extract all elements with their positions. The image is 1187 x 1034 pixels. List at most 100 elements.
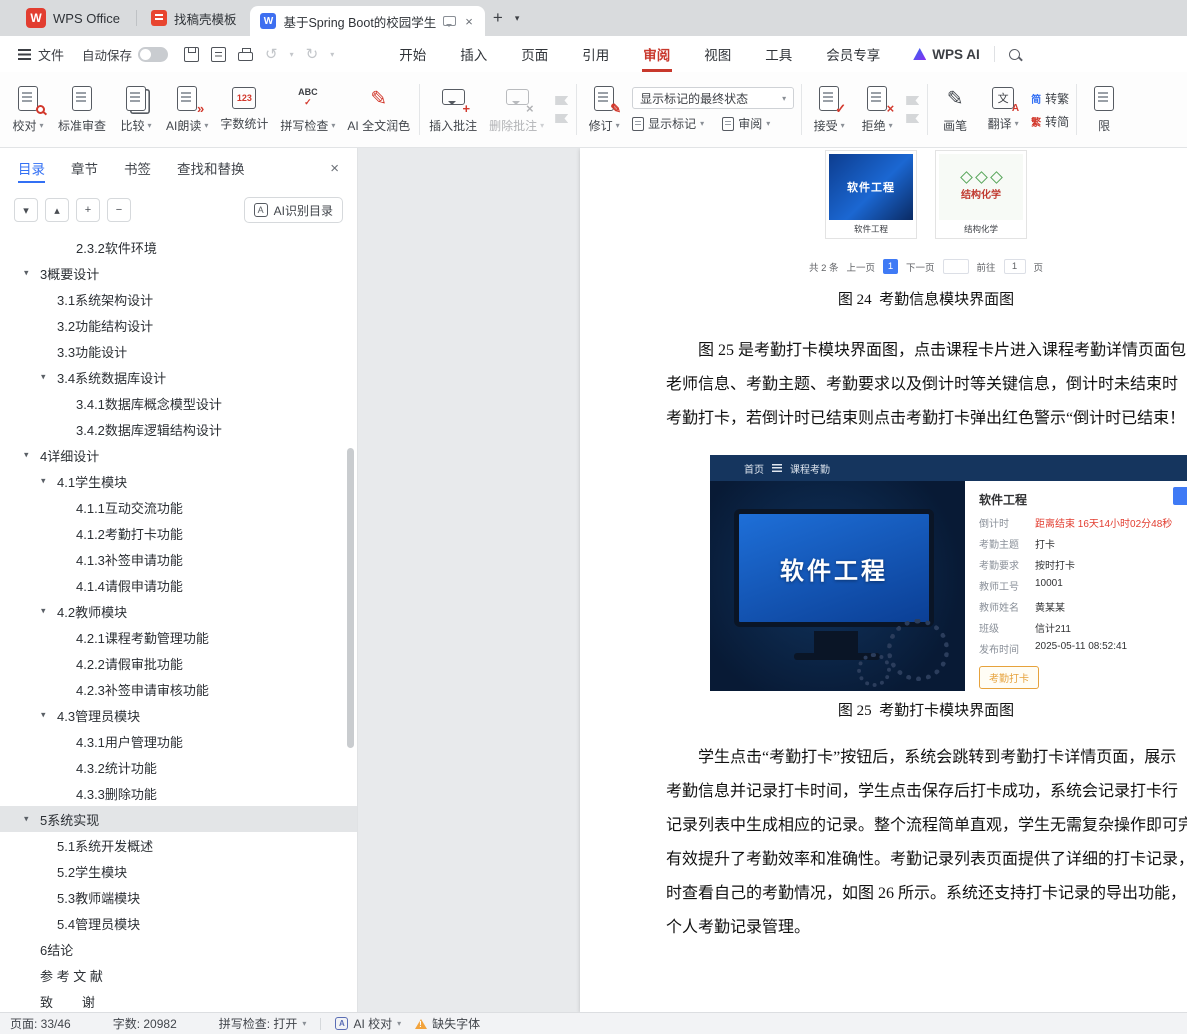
wps-home-button[interactable]: W WPS Office: [10, 0, 136, 36]
toc-item[interactable]: 3.4.2数据库逻辑结构设计: [0, 416, 357, 442]
insert-comment-button[interactable]: + 插入批注: [423, 81, 483, 138]
undo-chevron-icon[interactable]: ▾: [290, 50, 294, 59]
toc-item[interactable]: ▾4详细设计: [0, 442, 357, 468]
toc-expand-arrow-icon[interactable]: ▾: [41, 476, 46, 487]
change-nav-buttons[interactable]: [901, 96, 924, 123]
ai-proofread-status[interactable]: AI 校对▾: [335, 1015, 401, 1032]
menu-tab-页面[interactable]: 页面: [504, 36, 565, 72]
zoom-out-button[interactable]: −: [107, 198, 131, 222]
ai-read-aloud-button[interactable]: » AI朗读▾: [160, 81, 214, 138]
menu-tab-会员专享[interactable]: 会员专享: [809, 36, 897, 72]
toc-expand-arrow-icon[interactable]: ▾: [24, 268, 29, 279]
toc-item[interactable]: 4.3.2统计功能: [0, 754, 357, 780]
track-changes-button[interactable]: ✎ 修订▾: [580, 81, 628, 138]
toc-item[interactable]: 5.4管理员模块: [0, 910, 357, 936]
toc-item[interactable]: 3.3功能设计: [0, 338, 357, 364]
spell-check-button[interactable]: ABC✓ 拼写检查▾: [274, 81, 341, 138]
sidebar-scrollbar[interactable]: [347, 448, 354, 748]
toc-item[interactable]: 2.3.2软件环境: [0, 234, 357, 260]
collapse-all-button[interactable]: ▾: [14, 198, 38, 222]
toc-item[interactable]: 4.1.2考勤打卡功能: [0, 520, 357, 546]
toc-item[interactable]: ▾4.2教师模块: [0, 598, 357, 624]
close-tab-icon[interactable]: ×: [463, 14, 475, 29]
restrict-editing-button[interactable]: 限: [1080, 81, 1128, 138]
menu-tab-视图[interactable]: 视图: [687, 36, 748, 72]
menu-tab-开始[interactable]: 开始: [382, 36, 443, 72]
delete-comment-button[interactable]: × 删除批注▾: [483, 81, 550, 138]
search-icon[interactable]: [1009, 49, 1020, 60]
toc-item[interactable]: 5.1系统开发概述: [0, 832, 357, 858]
tab-current-document[interactable]: W 基于Spring Boot的校园学生 ×: [250, 6, 484, 36]
toc-item[interactable]: ▾4.3管理员模块: [0, 702, 357, 728]
standard-review-button[interactable]: 标准审查: [52, 81, 112, 138]
toc-item[interactable]: 4.3.3删除功能: [0, 780, 357, 806]
redo-chevron-icon[interactable]: ▾: [330, 50, 334, 59]
toc-item[interactable]: ▾5系统实现: [0, 806, 357, 832]
toc-item[interactable]: 4.1.1互动交流功能: [0, 494, 357, 520]
figure-25[interactable]: 首页 课程考勤 软件工程 软件工程 倒计时距离结束 1: [710, 455, 1187, 691]
simplified-to-traditional-button[interactable]: 简 转繁: [1031, 90, 1069, 107]
toc-item[interactable]: 3.1系统架构设计: [0, 286, 357, 312]
missing-font-warning[interactable]: 缺失字体: [415, 1015, 480, 1032]
wps-ai-button[interactable]: WPS AI: [913, 47, 980, 62]
markup-state-dropdown[interactable]: 显示标记的最终状态 ▾: [632, 87, 794, 109]
ink-brush-button[interactable]: ✎ 画笔: [931, 81, 979, 138]
toc-item[interactable]: 5.3教师端模块: [0, 884, 357, 910]
toc-expand-arrow-icon[interactable]: ▾: [41, 710, 46, 721]
undo-icon[interactable]: ↺: [265, 47, 278, 62]
toc-item[interactable]: ▾3.4系统数据库设计: [0, 364, 357, 390]
autosave-toggle[interactable]: [138, 47, 168, 62]
print-preview-icon[interactable]: [211, 47, 226, 62]
menu-tab-工具[interactable]: 工具: [748, 36, 809, 72]
sidebar-tab-书签[interactable]: 书签: [124, 148, 151, 188]
tab-docer-template[interactable]: 找稿壳模板: [137, 0, 251, 36]
accept-change-button[interactable]: ✓ 接受▾: [805, 81, 853, 138]
proofread-button[interactable]: 校对▾: [4, 81, 52, 138]
reject-change-button[interactable]: × 拒绝▾: [853, 81, 901, 138]
new-tab-button[interactable]: +: [485, 5, 511, 31]
review-pane-button[interactable]: 审阅▾: [722, 115, 770, 132]
toc-item[interactable]: 3.2功能结构设计: [0, 312, 357, 338]
save-icon[interactable]: [184, 47, 199, 62]
translate-button[interactable]: 文A 翻译▾: [979, 83, 1027, 136]
redo-icon[interactable]: ↻: [306, 47, 319, 62]
toc-expand-arrow-icon[interactable]: ▾: [41, 372, 46, 383]
toc-item[interactable]: ▾3概要设计: [0, 260, 357, 286]
toc-item[interactable]: 参 考 文 献: [0, 962, 357, 988]
sidebar-tab-章节[interactable]: 章节: [71, 148, 98, 188]
toc-item[interactable]: 4.3.1用户管理功能: [0, 728, 357, 754]
toc-item[interactable]: 致 谢: [0, 988, 357, 1012]
toc-item[interactable]: ▾4.1学生模块: [0, 468, 357, 494]
toc-item[interactable]: 3.4.1数据库概念模型设计: [0, 390, 357, 416]
toc-item[interactable]: 4.1.4请假申请功能: [0, 572, 357, 598]
expand-all-button[interactable]: ▴: [45, 198, 69, 222]
document-area[interactable]: 软件工程 软件工程 结构化学 结构化学 共 2 条: [358, 148, 1187, 1012]
toc-item[interactable]: 5.2学生模块: [0, 858, 357, 884]
toc-item[interactable]: 4.2.1课程考勤管理功能: [0, 624, 357, 650]
menu-tab-引用[interactable]: 引用: [565, 36, 626, 72]
spell-check-status[interactable]: 拼写检查: 打开▾: [219, 1015, 307, 1032]
menu-tab-审阅[interactable]: 审阅: [626, 36, 687, 72]
sidebar-close-icon[interactable]: ×: [330, 160, 339, 177]
tab-list-chevron-icon[interactable]: ▾: [511, 13, 524, 24]
file-menu-button[interactable]: 文件: [12, 45, 70, 64]
ai-polish-button[interactable]: ✎ AI 全文润色: [341, 81, 416, 138]
toc-item[interactable]: 4.2.2请假审批功能: [0, 650, 357, 676]
toc-item[interactable]: 4.1.3补签申请功能: [0, 546, 357, 572]
zoom-in-button[interactable]: +: [76, 198, 100, 222]
sidebar-tab-查找和替换[interactable]: 查找和替换: [177, 148, 245, 188]
compare-button[interactable]: 比较▾: [112, 81, 160, 138]
ai-recognize-toc-button[interactable]: AI识别目录: [244, 197, 343, 223]
print-icon[interactable]: [238, 52, 253, 61]
toc-expand-arrow-icon[interactable]: ▾: [41, 606, 46, 617]
toc-item[interactable]: 6结论: [0, 936, 357, 962]
traditional-to-simplified-button[interactable]: 繁 转简: [1031, 113, 1069, 130]
comment-nav-buttons[interactable]: [550, 96, 573, 123]
sidebar-tab-目录[interactable]: 目录: [18, 148, 45, 188]
toc-expand-arrow-icon[interactable]: ▾: [24, 814, 29, 825]
toc-expand-arrow-icon[interactable]: ▾: [24, 450, 29, 461]
show-markup-button[interactable]: 显示标记▾: [632, 115, 704, 132]
menu-tab-插入[interactable]: 插入: [443, 36, 504, 72]
toc-item[interactable]: 4.2.3补签申请审核功能: [0, 676, 357, 702]
word-count-button[interactable]: 123 字数统计: [214, 83, 274, 136]
